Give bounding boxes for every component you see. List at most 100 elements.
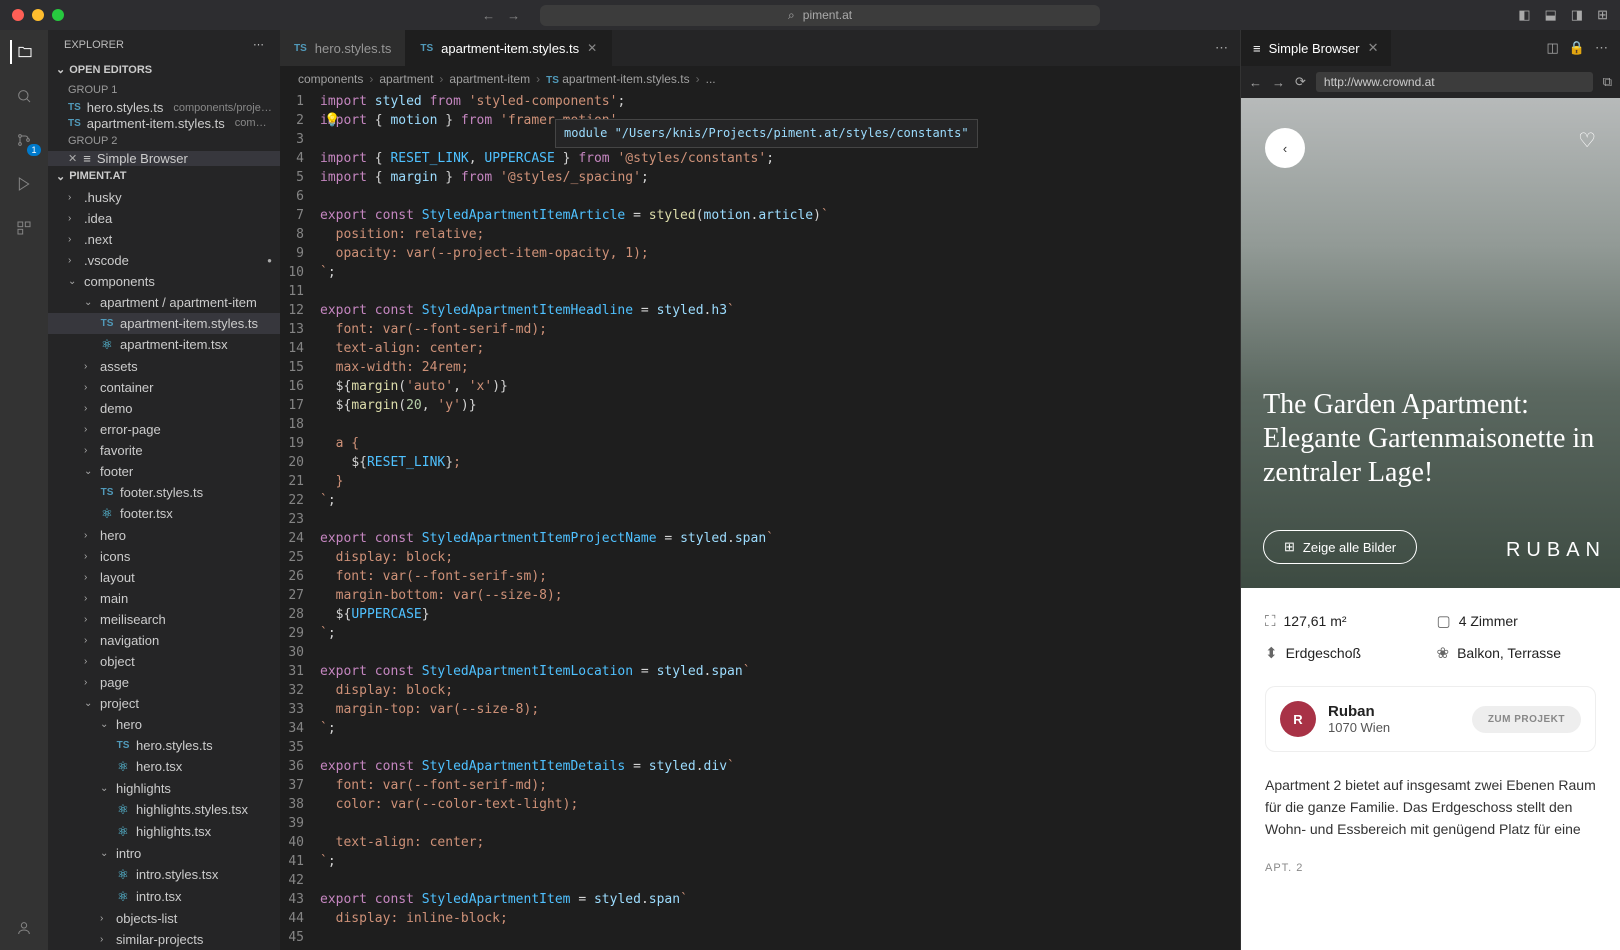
- code-line[interactable]: 33 margin-top: var(--size-8);: [280, 700, 1240, 719]
- editor-tab[interactable]: TShero.styles.ts: [280, 30, 406, 66]
- minimize-window[interactable]: [32, 9, 44, 21]
- browser-tab[interactable]: ≡ Simple Browser ✕: [1241, 30, 1391, 66]
- code-line[interactable]: 12export const StyledApartmentItemHeadli…: [280, 301, 1240, 320]
- tree-item[interactable]: ⌄footer: [48, 461, 280, 482]
- more-actions-icon[interactable]: ⋯: [1215, 40, 1228, 56]
- command-center[interactable]: ⌕ piment.at: [540, 5, 1100, 26]
- back-arrow-icon[interactable]: ←: [482, 8, 495, 23]
- code-line[interactable]: 29`;: [280, 624, 1240, 643]
- tree-item[interactable]: ›.idea: [48, 208, 280, 229]
- close-icon[interactable]: ✕: [587, 41, 597, 55]
- code-line[interactable]: 6: [280, 187, 1240, 206]
- tree-item[interactable]: ⚛intro.styles.tsx: [48, 864, 280, 886]
- tree-item[interactable]: ⌄components: [48, 271, 280, 292]
- code-line[interactable]: 38 color: var(--color-text-light);: [280, 795, 1240, 814]
- open-editors-section[interactable]: ⌄OPEN EDITORS: [48, 59, 280, 80]
- tree-item[interactable]: ›object: [48, 651, 280, 672]
- reload-icon[interactable]: ⟳: [1295, 74, 1306, 90]
- lock-icon[interactable]: 🔒: [1569, 40, 1585, 56]
- code-line[interactable]: 19 a {: [280, 434, 1240, 453]
- tree-item[interactable]: ⚛highlights.styles.tsx: [48, 799, 280, 821]
- tree-item[interactable]: ›layout: [48, 567, 280, 588]
- code-line[interactable]: 28 ${UPPERCASE}: [280, 605, 1240, 624]
- code-line[interactable]: 22`;: [280, 491, 1240, 510]
- back-button[interactable]: ‹: [1265, 128, 1305, 168]
- code-line[interactable]: 35: [280, 738, 1240, 757]
- code-line[interactable]: 13 font: var(--font-serif-md);: [280, 320, 1240, 339]
- tree-item[interactable]: ⌄hero: [48, 714, 280, 735]
- tree-item[interactable]: ⚛intro.tsx: [48, 886, 280, 908]
- code-line[interactable]: 42: [280, 871, 1240, 890]
- tree-item[interactable]: ›container: [48, 377, 280, 398]
- maximize-window[interactable]: [52, 9, 64, 21]
- accounts-icon[interactable]: [12, 916, 36, 940]
- tree-item[interactable]: ›favorite: [48, 440, 280, 461]
- tree-item[interactable]: ›demo: [48, 398, 280, 419]
- code-line[interactable]: 36export const StyledApartmentItemDetail…: [280, 757, 1240, 776]
- browser-viewport[interactable]: ‹ ♡ The Garden Apartment: Elegante Garte…: [1241, 98, 1620, 950]
- tree-item[interactable]: ›.vscode●: [48, 250, 280, 271]
- tree-item[interactable]: ⚛apartment-item.tsx: [48, 334, 280, 356]
- code-line[interactable]: 11: [280, 282, 1240, 301]
- tree-item[interactable]: ›error-page: [48, 419, 280, 440]
- open-editor-item[interactable]: TS apartment-item.styles.ts compon...: [48, 115, 280, 130]
- back-icon[interactable]: ←: [1249, 75, 1262, 90]
- code-line[interactable]: 18: [280, 415, 1240, 434]
- tree-item[interactable]: ⚛hero.tsx: [48, 756, 280, 778]
- code-line[interactable]: 40 text-align: center;: [280, 833, 1240, 852]
- explorer-icon[interactable]: [10, 40, 36, 64]
- tree-item[interactable]: ›navigation: [48, 630, 280, 651]
- breadcrumb-item[interactable]: apartment: [379, 72, 433, 86]
- code-line[interactable]: 39: [280, 814, 1240, 833]
- code-line[interactable]: 15 max-width: 24rem;: [280, 358, 1240, 377]
- code-line[interactable]: 30: [280, 643, 1240, 662]
- tree-item[interactable]: TSfooter.styles.ts: [48, 482, 280, 503]
- panel-right-icon[interactable]: ◨: [1571, 7, 1583, 23]
- open-editor-item[interactable]: TS hero.styles.ts components/project/...: [48, 100, 280, 115]
- close-icon[interactable]: ✕: [1368, 40, 1379, 56]
- tree-item[interactable]: ⌄apartment / apartment-item: [48, 292, 280, 313]
- code-line[interactable]: 43export const StyledApartmentItem = sty…: [280, 890, 1240, 909]
- show-all-images-button[interactable]: ⊞ Zeige alle Bilder: [1263, 530, 1417, 564]
- tree-item[interactable]: ⚛highlights.tsx: [48, 821, 280, 843]
- tree-item[interactable]: ⌄project: [48, 693, 280, 714]
- code-line[interactable]: 24export const StyledApartmentItemProjec…: [280, 529, 1240, 548]
- code-line[interactable]: 23: [280, 510, 1240, 529]
- search-activity-icon[interactable]: [12, 84, 36, 108]
- close-icon[interactable]: ✕: [68, 152, 77, 165]
- more-icon[interactable]: ⋯: [253, 38, 264, 51]
- tree-item[interactable]: ›.husky: [48, 187, 280, 208]
- code-line[interactable]: 10`;: [280, 263, 1240, 282]
- more-icon[interactable]: ⋯: [1595, 40, 1608, 56]
- panel-left-icon[interactable]: ◧: [1518, 7, 1530, 23]
- run-debug-icon[interactable]: [12, 172, 36, 196]
- layout-icon[interactable]: ⊞: [1597, 7, 1608, 23]
- open-editor-simple-browser[interactable]: ✕ ≡ Simple Browser: [48, 151, 280, 166]
- forward-icon[interactable]: →: [1272, 75, 1285, 90]
- close-window[interactable]: [12, 9, 24, 21]
- code-line[interactable]: 27 margin-bottom: var(--size-8);: [280, 586, 1240, 605]
- code-line[interactable]: 44 display: inline-block;: [280, 909, 1240, 928]
- code-line[interactable]: 17 ${margin(20, 'y')}: [280, 396, 1240, 415]
- code-line[interactable]: 5import { margin } from '@styles/_spacin…: [280, 168, 1240, 187]
- code-line[interactable]: 31export const StyledApartmentItemLocati…: [280, 662, 1240, 681]
- code-line[interactable]: 4import { RESET_LINK, UPPERCASE } from '…: [280, 149, 1240, 168]
- code-line[interactable]: 41`;: [280, 852, 1240, 871]
- editor-tab[interactable]: TSapartment-item.styles.ts✕: [406, 30, 612, 66]
- url-input[interactable]: http://www.crownd.at: [1316, 72, 1593, 92]
- tree-item[interactable]: ⌄highlights: [48, 778, 280, 799]
- breadcrumb-item[interactable]: TS apartment-item.styles.ts: [546, 72, 690, 86]
- breadcrumb-item[interactable]: ...: [706, 72, 716, 86]
- code-line[interactable]: 8 position: relative;: [280, 225, 1240, 244]
- to-project-button[interactable]: ZUM PROJEKT: [1472, 706, 1581, 733]
- code-line[interactable]: 7export const StyledApartmentItemArticle…: [280, 206, 1240, 225]
- tree-item[interactable]: ›meilisearch: [48, 609, 280, 630]
- tree-item[interactable]: ›objects-list: [48, 908, 280, 929]
- tree-item[interactable]: ›icons: [48, 546, 280, 567]
- extensions-icon[interactable]: [12, 216, 36, 240]
- tree-item[interactable]: ›page: [48, 672, 280, 693]
- breadcrumb-item[interactable]: components: [298, 72, 363, 86]
- panel-bottom-icon[interactable]: ⬓: [1544, 7, 1556, 23]
- code-line[interactable]: 37 font: var(--font-serif-md);: [280, 776, 1240, 795]
- tree-item[interactable]: ⌄intro: [48, 843, 280, 864]
